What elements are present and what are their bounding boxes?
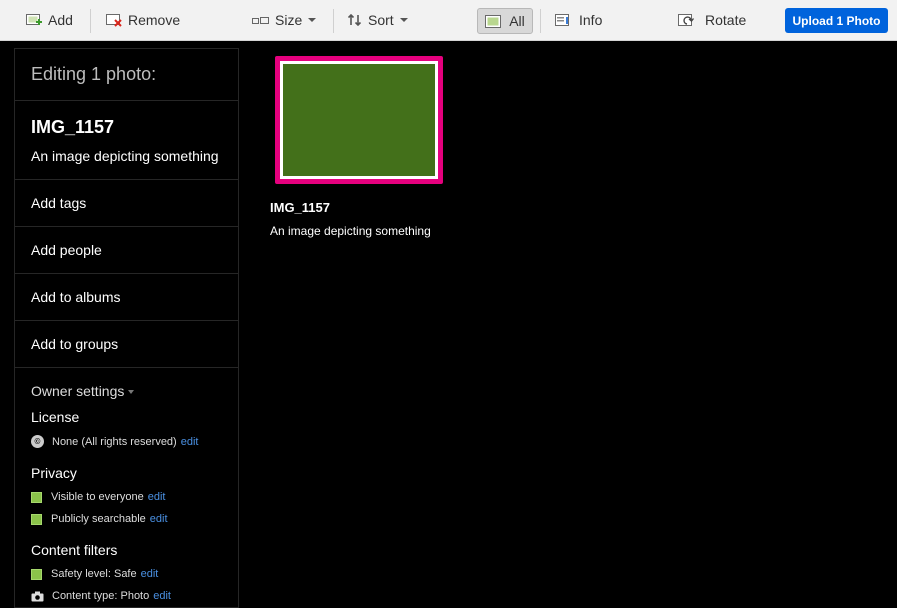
separator bbox=[540, 9, 541, 33]
add-photo-icon bbox=[26, 14, 42, 25]
photo-caption-description[interactable]: An image depicting something bbox=[270, 224, 431, 238]
separator bbox=[333, 9, 334, 33]
privacy-item: Publicly searchable edit bbox=[31, 513, 238, 525]
privacy-visibility-text: Visible to everyone bbox=[51, 491, 144, 503]
size-dropdown[interactable]: Size bbox=[252, 0, 317, 40]
select-all-button[interactable]: All bbox=[477, 8, 533, 34]
privacy-visibility-edit-link[interactable]: edit bbox=[148, 491, 166, 503]
rotate-label: Rotate bbox=[705, 12, 747, 28]
photo-thumbnail[interactable] bbox=[275, 56, 443, 184]
license-item: © None (All rights reserved) edit bbox=[31, 435, 238, 448]
add-tags-item[interactable]: Add tags bbox=[15, 180, 238, 227]
camera-icon bbox=[31, 591, 44, 602]
content-filter-item: Safety level: Safe edit bbox=[31, 568, 238, 580]
chevron-down-icon bbox=[308, 18, 317, 22]
info-label: Info bbox=[579, 12, 603, 28]
status-square-icon bbox=[31, 568, 42, 580]
photo-frame bbox=[280, 61, 438, 179]
photo-image bbox=[283, 64, 435, 176]
sort-label: Sort bbox=[368, 12, 394, 28]
add-button[interactable]: Add bbox=[26, 0, 73, 40]
privacy-item: Visible to everyone edit bbox=[31, 491, 238, 503]
add-label: Add bbox=[48, 12, 73, 28]
content-type-text: Content type: Photo bbox=[52, 590, 150, 602]
license-heading: License bbox=[31, 409, 80, 425]
size-label: Size bbox=[275, 12, 303, 28]
photo-title-field[interactable]: IMG_1157 bbox=[31, 101, 238, 138]
photo-info-section: IMG_1157 An image depicting something bbox=[15, 101, 238, 180]
status-square-icon bbox=[31, 491, 42, 503]
remove-photo-icon bbox=[106, 14, 122, 27]
separator bbox=[90, 9, 91, 33]
rotate-icon bbox=[678, 14, 695, 26]
content-type-edit-link[interactable]: edit bbox=[153, 590, 171, 602]
photo-description-field[interactable]: An image depicting something bbox=[31, 138, 238, 164]
remove-label: Remove bbox=[128, 12, 181, 28]
add-to-albums-item[interactable]: Add to albums bbox=[15, 274, 238, 321]
license-edit-link[interactable]: edit bbox=[181, 436, 199, 448]
privacy-heading: Privacy bbox=[31, 465, 77, 481]
safety-level-edit-link[interactable]: edit bbox=[141, 568, 159, 580]
owner-settings-label: Owner settings bbox=[31, 383, 125, 399]
size-icon bbox=[252, 17, 269, 24]
info-icon bbox=[555, 14, 569, 26]
copyright-icon: © bbox=[31, 435, 44, 448]
upload-button[interactable]: Upload 1 Photo bbox=[785, 8, 888, 33]
photo-caption-title[interactable]: IMG_1157 bbox=[270, 200, 330, 215]
photo-frame-icon bbox=[485, 14, 502, 28]
edit-panel: Editing 1 photo: IMG_1157 An image depic… bbox=[14, 48, 239, 608]
sort-dropdown[interactable]: Sort bbox=[348, 0, 408, 40]
info-button[interactable]: Info bbox=[555, 0, 602, 40]
rotate-button[interactable]: Rotate bbox=[678, 0, 746, 40]
owner-settings-section: Owner settings License © None (All right… bbox=[15, 383, 238, 602]
status-square-icon bbox=[31, 513, 42, 525]
safety-level-text: Safety level: Safe bbox=[51, 568, 137, 580]
toolbar: Add Remove Size Sort All Info Rotate Upl… bbox=[0, 0, 897, 41]
chevron-down-icon bbox=[128, 390, 135, 394]
content-filter-item: Content type: Photo edit bbox=[31, 590, 238, 602]
sort-icon bbox=[348, 14, 362, 26]
privacy-searchable-text: Publicly searchable bbox=[51, 513, 146, 525]
all-label: All bbox=[509, 13, 525, 29]
owner-settings-toggle[interactable]: Owner settings bbox=[31, 383, 238, 399]
privacy-searchable-edit-link[interactable]: edit bbox=[150, 513, 168, 525]
license-value: None (All rights reserved) bbox=[52, 435, 177, 448]
add-people-item[interactable]: Add people bbox=[15, 227, 238, 274]
add-to-groups-item[interactable]: Add to groups bbox=[15, 321, 238, 368]
content-filters-heading: Content filters bbox=[31, 542, 118, 558]
chevron-down-icon bbox=[399, 18, 408, 22]
panel-heading: Editing 1 photo: bbox=[15, 49, 238, 101]
remove-button[interactable]: Remove bbox=[106, 0, 180, 40]
